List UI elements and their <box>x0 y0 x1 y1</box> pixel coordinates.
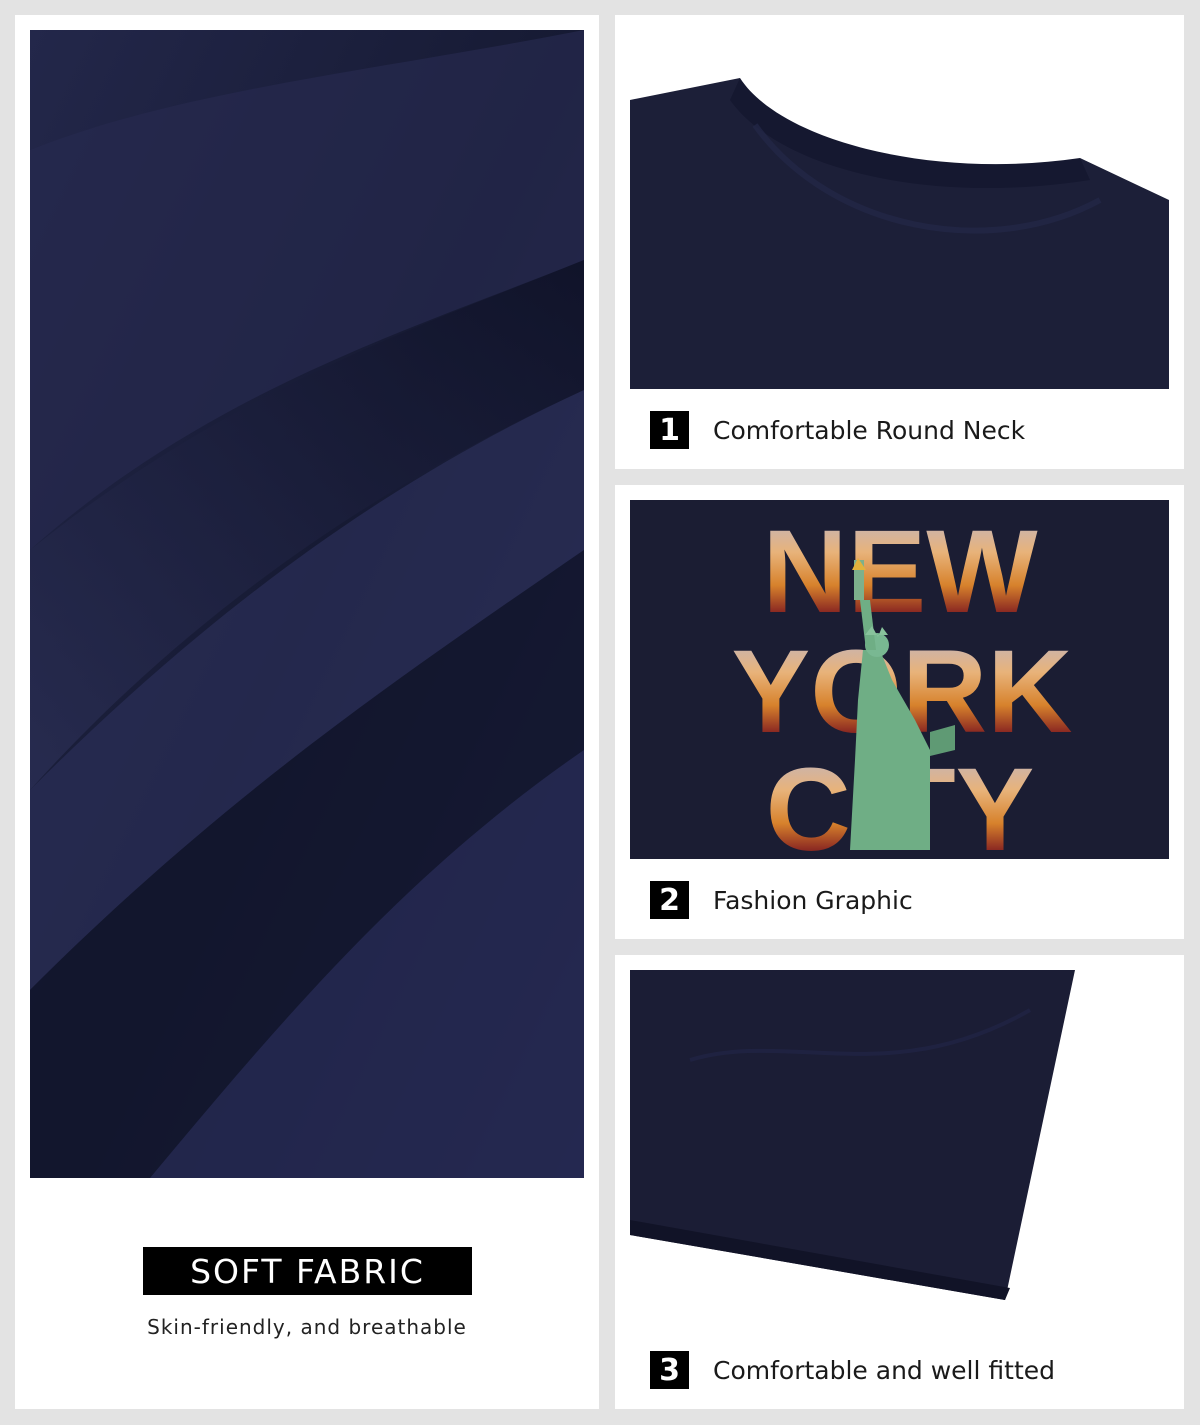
feature-label: Fashion Graphic <box>713 885 913 915</box>
feature-card-round-neck: 1 Comfortable Round Neck <box>615 15 1184 469</box>
fabric-folds-image <box>30 30 584 1178</box>
feature-card-fit: 3 Comfortable and well fitted <box>615 955 1184 1409</box>
shirt-hem-image <box>630 970 1169 1329</box>
feature-label: Comfortable Round Neck <box>713 415 1026 445</box>
fashion-graphic-photo: NEW YORK CITY <box>630 500 1169 859</box>
feature-card-graphic: NEW YORK CITY 2 Fashion Graphic <box>615 485 1184 939</box>
round-neck-photo <box>630 30 1169 389</box>
feature-number-badge: 2 <box>650 881 689 919</box>
fabric-closeup-photo <box>30 30 584 1178</box>
graphic-line-new: NEW <box>762 506 1038 638</box>
feature-row-3: 3 Comfortable and well fitted <box>650 1351 1055 1389</box>
feature-row-1: 1 Comfortable Round Neck <box>650 411 1025 449</box>
new-york-city-graphic: NEW YORK CITY <box>630 500 1169 859</box>
feature-number-badge: 3 <box>650 1351 689 1389</box>
feature-label: Comfortable and well fitted <box>713 1355 1055 1385</box>
feature-row-2: 2 Fashion Graphic <box>650 881 913 919</box>
soft-fabric-card: SOFT FABRIC Skin-friendly, and breathabl… <box>15 15 599 1409</box>
feature-number-badge: 1 <box>650 411 689 449</box>
soft-fabric-subtitle: Skin-friendly, and breathable <box>147 1315 467 1339</box>
soft-fabric-title: SOFT FABRIC <box>143 1247 472 1295</box>
round-neck-image <box>630 30 1169 389</box>
hem-photo <box>630 970 1169 1329</box>
